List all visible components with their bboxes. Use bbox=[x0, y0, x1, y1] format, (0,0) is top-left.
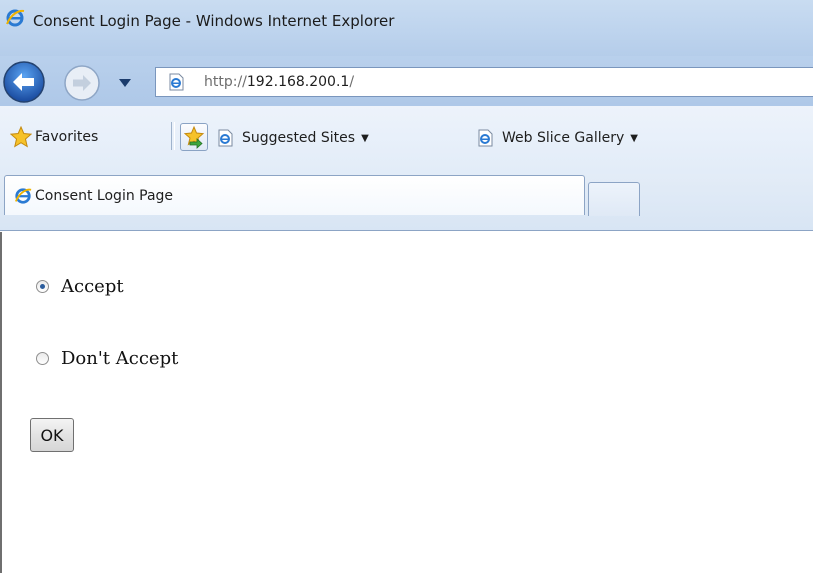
add-favorite-star-icon bbox=[183, 125, 205, 149]
window-title: Consent Login Page - Windows Internet Ex… bbox=[33, 12, 395, 30]
tab-label: Consent Login Page bbox=[35, 188, 174, 204]
chevron-down-icon: ▼ bbox=[361, 132, 369, 144]
page-content: Accept Don't Accept OK bbox=[0, 232, 813, 573]
favorites-star-icon[interactable] bbox=[10, 126, 32, 148]
suggested-sites-label: Suggested Sites bbox=[242, 130, 356, 146]
dont-accept-label: Don't Accept bbox=[61, 348, 179, 369]
ok-button[interactable]: OK bbox=[30, 418, 74, 452]
accept-radio[interactable] bbox=[36, 280, 49, 293]
window-title-bar: Consent Login Page - Windows Internet Ex… bbox=[0, 0, 813, 56]
accept-label: Accept bbox=[61, 276, 124, 297]
ie-logo-icon bbox=[14, 188, 32, 204]
toolbar-separator bbox=[171, 122, 175, 150]
tab-strip: Consent Login Page bbox=[0, 174, 813, 231]
dont-accept-radio[interactable] bbox=[36, 352, 49, 365]
ie-page-icon bbox=[218, 129, 233, 147]
address-url[interactable]: http://192.168.200.1/ bbox=[204, 74, 354, 90]
forward-button[interactable] bbox=[63, 64, 101, 102]
new-tab-button[interactable] bbox=[588, 182, 640, 216]
ie-logo-icon bbox=[6, 9, 25, 27]
favorites-button-label[interactable]: Favorites bbox=[35, 129, 98, 145]
recent-pages-dropdown-icon[interactable] bbox=[118, 78, 132, 88]
ie-page-icon bbox=[169, 73, 184, 91]
suggested-sites-link[interactable]: Suggested Sites ▼ bbox=[216, 129, 369, 147]
accept-option[interactable]: Accept bbox=[36, 276, 124, 297]
navigation-bar: http://192.168.200.1/ bbox=[0, 56, 813, 106]
chevron-down-icon: ▼ bbox=[630, 132, 638, 144]
ie-page-icon bbox=[478, 129, 493, 147]
back-button[interactable] bbox=[2, 60, 46, 104]
favorites-bar: Favorites Suggested Sites ▼ Web Slice Ga… bbox=[0, 106, 813, 174]
dont-accept-option[interactable]: Don't Accept bbox=[36, 348, 178, 369]
address-bar[interactable]: http://192.168.200.1/ bbox=[155, 67, 813, 97]
tab-consent-login-page[interactable]: Consent Login Page bbox=[4, 175, 585, 215]
web-slice-gallery-label: Web Slice Gallery bbox=[502, 130, 625, 146]
web-slice-gallery-link[interactable]: Web Slice Gallery ▼ bbox=[476, 129, 638, 147]
add-to-favorites-bar-button[interactable] bbox=[180, 123, 208, 151]
